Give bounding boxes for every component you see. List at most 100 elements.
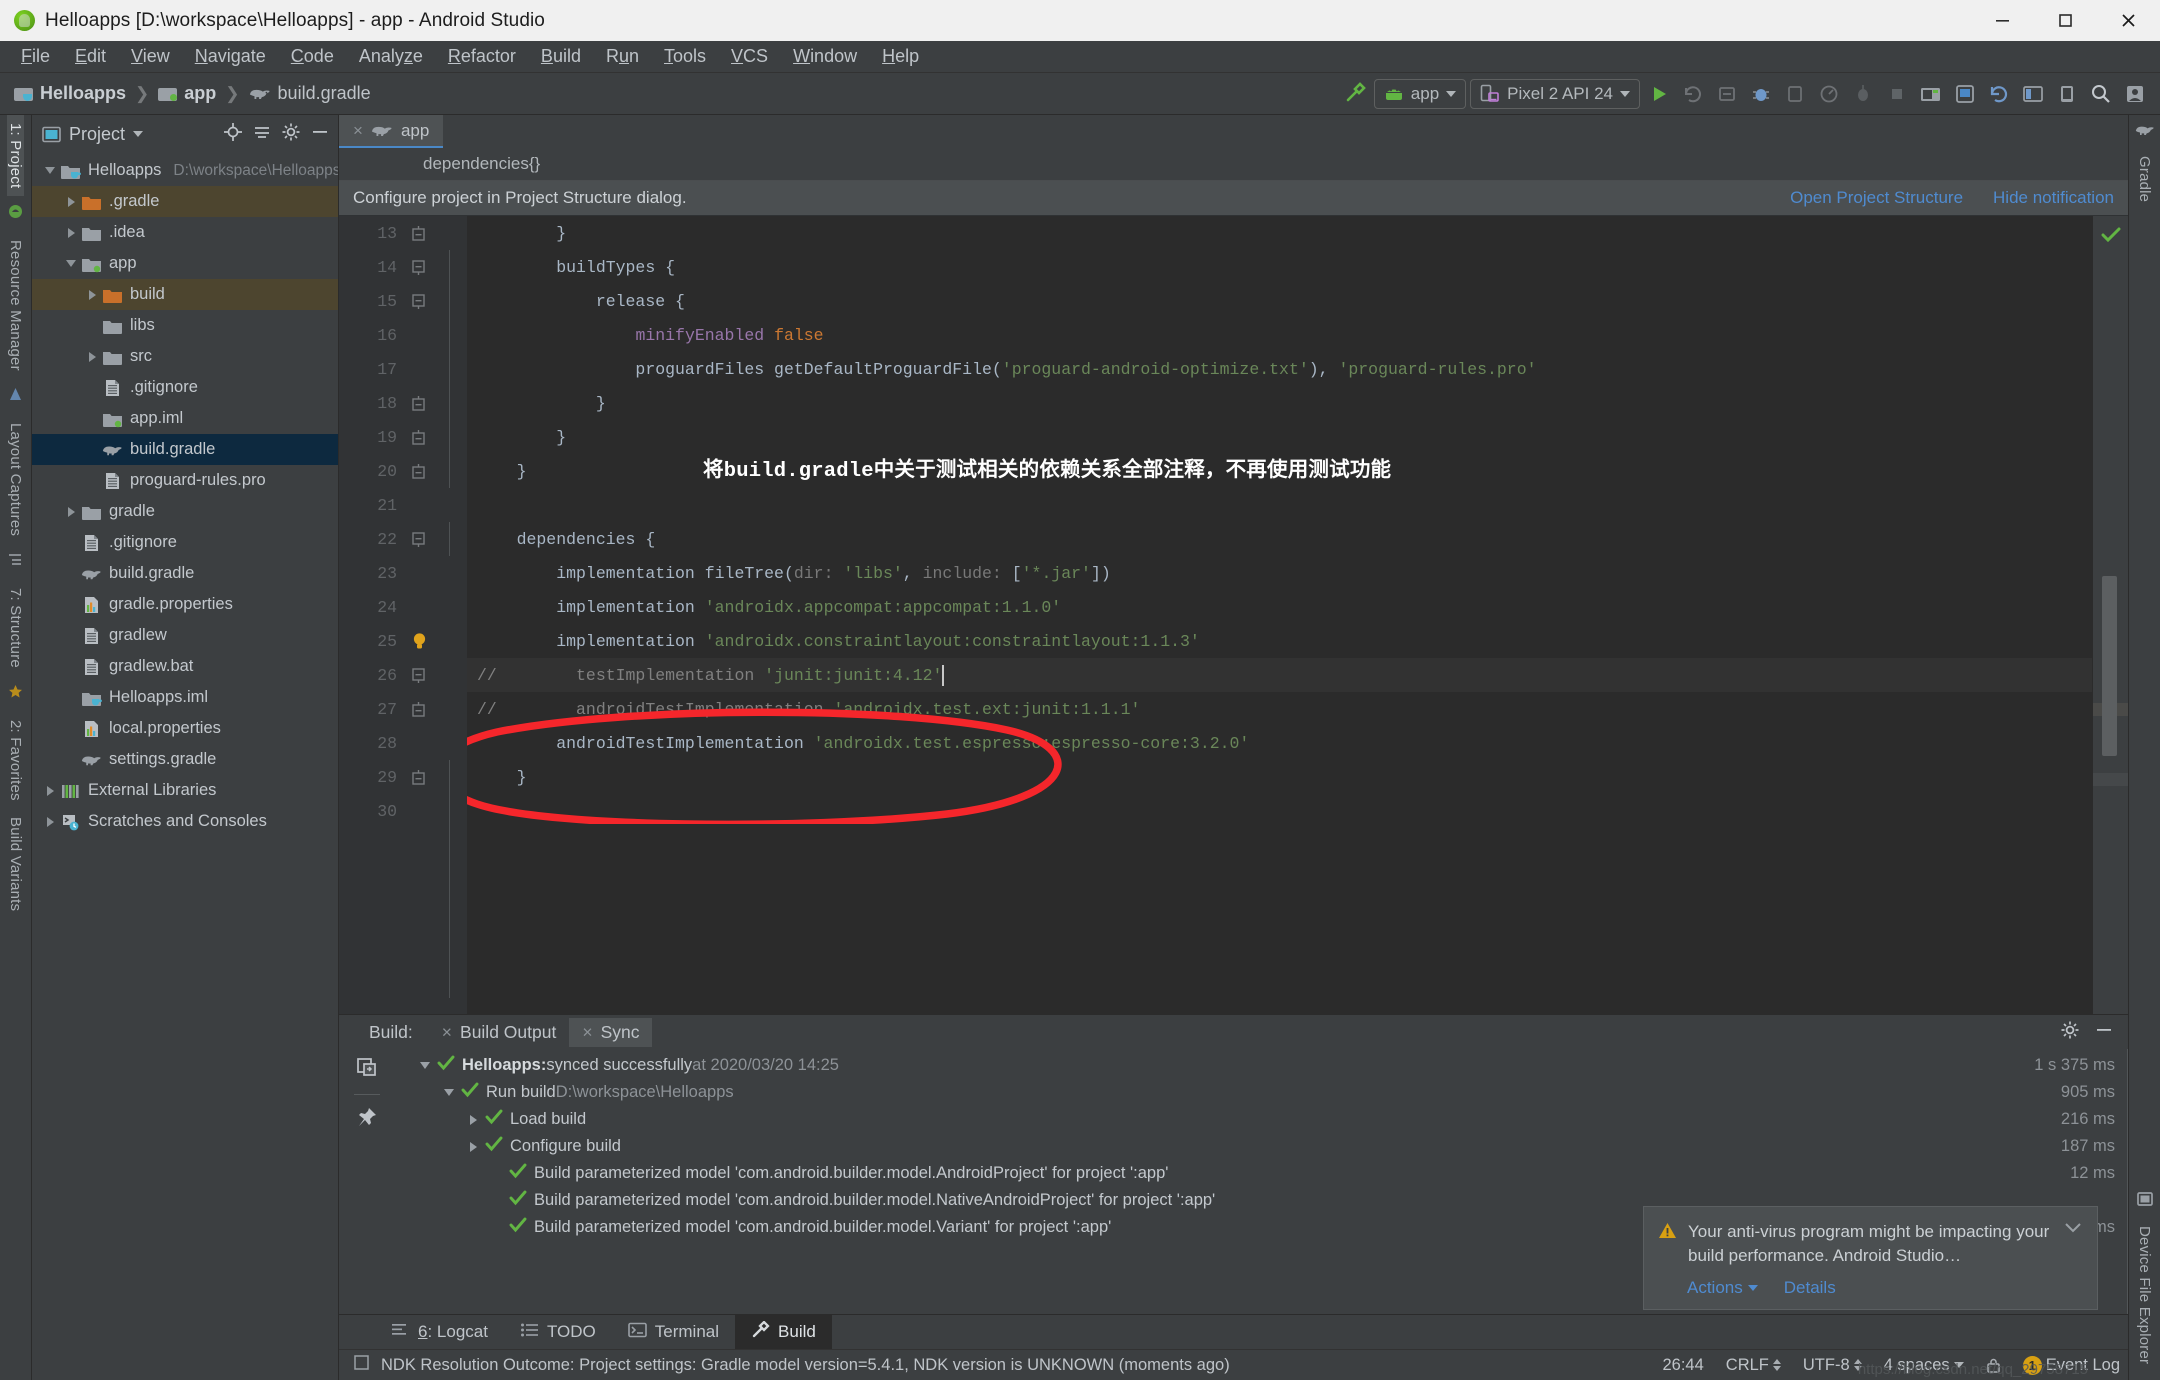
fold-end-icon[interactable] xyxy=(401,225,435,242)
tool-window-terminal[interactable]: Terminal xyxy=(612,1315,735,1349)
gutter-line[interactable]: 21 xyxy=(339,488,467,522)
tree-item-helloapps[interactable]: HelloappsD:\workspace\Helloapps xyxy=(32,155,338,186)
make-project-icon[interactable] xyxy=(1340,79,1370,109)
gutter-line[interactable]: 18 xyxy=(339,386,467,420)
editor-tab-app[interactable]: × app xyxy=(339,115,443,148)
fold-end-icon[interactable] xyxy=(401,395,435,412)
tool-window-build[interactable]: Build xyxy=(735,1315,832,1349)
tree-item-gradle[interactable]: .gradle xyxy=(32,186,338,217)
close-icon[interactable]: × xyxy=(442,1022,452,1043)
gutter-line[interactable]: 25 xyxy=(339,624,467,658)
gutter-line[interactable]: 16 xyxy=(339,318,467,352)
layout-inspector-icon[interactable] xyxy=(1848,79,1878,109)
settings-gear-icon[interactable] xyxy=(281,122,301,147)
code-line[interactable]: release { xyxy=(467,284,2092,318)
chevron-down-icon[interactable] xyxy=(413,1062,437,1069)
chevron-right-icon[interactable] xyxy=(61,228,81,238)
device-selector[interactable]: Pixel 2 API 24 xyxy=(1470,79,1640,109)
chevron-right-icon[interactable] xyxy=(40,817,60,827)
fold-collapse-icon[interactable] xyxy=(401,259,435,276)
code-line[interactable]: dependencies { xyxy=(467,522,2092,556)
sidebar-item-project[interactable]: 1: Project xyxy=(7,115,24,196)
chevron-down-icon[interactable] xyxy=(61,260,81,267)
gutter-line[interactable]: 30 xyxy=(339,794,467,828)
menu-window[interactable]: Window xyxy=(782,43,868,70)
run-button[interactable] xyxy=(1644,79,1674,109)
gutter-line[interactable]: 17 xyxy=(339,352,467,386)
close-icon[interactable]: × xyxy=(353,121,363,141)
breadcrumb-project[interactable]: Helloapps xyxy=(14,83,126,104)
fold-end-icon[interactable] xyxy=(401,701,435,718)
sidebar-item-device-file-explorer[interactable]: Device File Explorer xyxy=(2136,1218,2153,1372)
profile-icon[interactable] xyxy=(1814,79,1844,109)
tree-item-gradle[interactable]: gradle xyxy=(32,496,338,527)
project-structure-icon[interactable] xyxy=(2018,79,2048,109)
tree-item-build-gradle[interactable]: build.gradle xyxy=(32,558,338,589)
code-line[interactable]: } xyxy=(467,760,2092,794)
tree-item-gitignore[interactable]: .gitignore xyxy=(32,527,338,558)
gutter-line[interactable]: 14 xyxy=(339,250,467,284)
breadcrumb-file[interactable]: build.gradle xyxy=(249,83,371,104)
code-editor[interactable]: 将build.gradle中关于测试相关的依赖关系全部注释，不再使用测试功能 }… xyxy=(467,216,2092,1014)
pin-icon[interactable] xyxy=(355,1105,379,1134)
fold-end-icon[interactable] xyxy=(401,463,435,480)
search-icon[interactable] xyxy=(2086,79,2116,109)
lock-icon[interactable] xyxy=(1986,1357,2001,1374)
gutter-line[interactable]: 28 xyxy=(339,726,467,760)
code-line[interactable]: implementation 'androidx.constraintlayou… xyxy=(467,624,2092,658)
gutter-line[interactable]: 24 xyxy=(339,590,467,624)
account-icon[interactable] xyxy=(2120,79,2150,109)
gutter-line[interactable]: 15 xyxy=(339,284,467,318)
code-line[interactable]: minifyEnabled false xyxy=(467,318,2092,352)
avd-icon[interactable] xyxy=(2052,79,2082,109)
stop-icon[interactable] xyxy=(1882,79,1912,109)
gutter-line[interactable]: 19 xyxy=(339,420,467,454)
tree-item-app-iml[interactable]: app.iml xyxy=(32,403,338,434)
tool-window-logcat[interactable]: 6: Logcat xyxy=(375,1315,504,1349)
fold-end-icon[interactable] xyxy=(401,769,435,786)
gutter-line[interactable]: 22 xyxy=(339,522,467,556)
sidebar-item-gradle[interactable]: Gradle xyxy=(2136,148,2153,210)
menu-run[interactable]: Run xyxy=(595,43,650,70)
sidebar-item-layout-captures[interactable]: Layout Captures xyxy=(7,415,24,544)
open-project-structure-link[interactable]: Open Project Structure xyxy=(1790,188,1963,208)
chevron-right-icon[interactable] xyxy=(82,290,102,300)
tree-item-build-gradle[interactable]: build.gradle xyxy=(32,434,338,465)
hide-icon[interactable] xyxy=(310,122,330,147)
indent-selector[interactable]: 4 spaces xyxy=(1884,1356,1964,1375)
apply-code-changes-icon[interactable] xyxy=(1712,79,1742,109)
menu-help[interactable]: Help xyxy=(871,43,930,70)
code-line[interactable]: implementation fileTree(dir: 'libs', inc… xyxy=(467,556,2092,590)
breadcrumb-module[interactable]: app xyxy=(158,83,216,104)
editor-marker-bar[interactable] xyxy=(2092,216,2128,1014)
close-button[interactable] xyxy=(2097,0,2160,41)
chevron-right-icon[interactable] xyxy=(40,786,60,796)
chevron-down-icon[interactable] xyxy=(133,131,143,137)
run-configuration-selector[interactable]: app xyxy=(1374,79,1466,109)
menu-code[interactable]: Code xyxy=(280,43,345,70)
code-line[interactable]: } xyxy=(467,420,2092,454)
tree-item-gradlew[interactable]: gradlew xyxy=(32,620,338,651)
line-separator-selector[interactable]: CRLF xyxy=(1726,1356,1781,1375)
menu-view[interactable]: View xyxy=(120,43,181,70)
chevron-right-icon[interactable] xyxy=(61,507,81,517)
tree-item-app[interactable]: app xyxy=(32,248,338,279)
build-tree-row[interactable]: Load build xyxy=(395,1106,1978,1133)
sdk-manager-icon[interactable] xyxy=(1916,79,1946,109)
popup-details-link[interactable]: Details xyxy=(1784,1278,1836,1298)
chevron-down-icon[interactable] xyxy=(437,1089,461,1096)
menu-analyze[interactable]: Analyze xyxy=(348,43,434,70)
code-line[interactable]: buildTypes { xyxy=(467,250,2092,284)
code-line[interactable]: proguardFiles getDefaultProguardFile('pr… xyxy=(467,352,2092,386)
minimize-button[interactable] xyxy=(1971,0,2034,41)
attach-debugger-icon[interactable] xyxy=(1780,79,1810,109)
chevron-down-icon[interactable] xyxy=(40,167,60,174)
tree-item-external-libraries[interactable]: External Libraries xyxy=(32,775,338,806)
collapse-all-icon[interactable] xyxy=(252,122,272,147)
chevron-right-icon[interactable] xyxy=(61,197,81,207)
gutter-line[interactable]: 23 xyxy=(339,556,467,590)
tree-item-settings-gradle[interactable]: settings.gradle xyxy=(32,744,338,775)
menu-refactor[interactable]: Refactor xyxy=(437,43,527,70)
tree-item-gitignore[interactable]: .gitignore xyxy=(32,372,338,403)
chevron-down-icon[interactable] xyxy=(2063,1220,2083,1268)
